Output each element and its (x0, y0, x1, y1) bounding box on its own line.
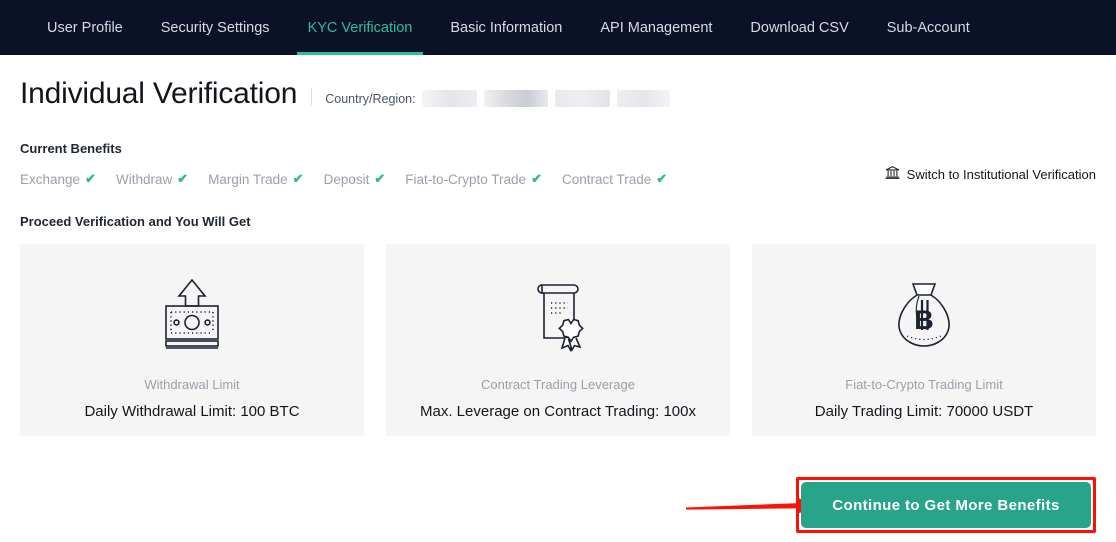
nav-item-api-management[interactable]: API Management (581, 0, 731, 55)
title-row: Individual Verification Country/Region: (20, 55, 1096, 111)
country-region-value-redacted (421, 90, 670, 107)
benefit-tag-contract-trade: Contract Trade ✔ (562, 171, 667, 187)
money-bag-bitcoin-icon: B (884, 272, 964, 356)
nav-item-download-csv[interactable]: Download CSV (731, 0, 867, 55)
nav-item-label: KYC Verification (307, 19, 413, 36)
continue-to-get-more-benefits-button[interactable]: Continue to Get More Benefits (801, 482, 1091, 528)
page-content: Individual Verification Country/Region: … (0, 55, 1116, 542)
nav-item-label: User Profile (47, 19, 123, 36)
redacted-block (616, 90, 670, 107)
certificate-seal-icon (518, 272, 598, 356)
benefit-tag-withdraw: Withdraw ✔ (116, 171, 188, 187)
nav-item-kyc-verification[interactable]: KYC Verification (289, 0, 432, 55)
benefit-label: Deposit (323, 171, 370, 187)
check-icon: ✔ (292, 171, 304, 186)
redacted-block (483, 90, 548, 107)
banknote-upload-icon (152, 272, 232, 356)
benefit-card-withdrawal-limit: Withdrawal Limit Daily Withdrawal Limit:… (20, 244, 364, 436)
benefit-tag-exchange: Exchange ✔ (20, 171, 96, 187)
benefit-label: Fiat-to-Crypto Trade (405, 171, 527, 187)
redacted-block (554, 90, 610, 107)
title-divider (311, 88, 313, 105)
nav-item-label: Basic Information (450, 19, 563, 36)
switch-link-label: Switch to Institutional Verification (906, 166, 1096, 182)
svg-text:B: B (914, 305, 934, 335)
nav-item-basic-information[interactable]: Basic Information (431, 0, 581, 55)
card-value: Max. Leverage on Contract Trading: 100x (420, 403, 696, 420)
benefit-label: Exchange (20, 171, 81, 187)
benefit-tag-deposit: Deposit ✔ (324, 171, 386, 187)
switch-to-institutional-verification-link[interactable]: Switch to Institutional Verification (885, 165, 1096, 183)
card-value: Daily Trading Limit: 70000 USDT (814, 403, 1034, 420)
bank-icon (885, 165, 900, 183)
benefit-label: Withdraw (115, 171, 173, 187)
check-icon: ✔ (177, 171, 189, 186)
nav-item-label: Sub-Account (886, 19, 970, 36)
check-icon: ✔ (85, 171, 96, 186)
check-icon: ✔ (656, 171, 668, 186)
nav-item-label: Download CSV (750, 19, 849, 36)
card-subtitle: Withdrawal Limit (144, 377, 240, 392)
card-subtitle: Fiat-to-Crypto Trading Limit (845, 377, 1003, 392)
nav-item-label: API Management (600, 19, 713, 36)
page-title: Individual Verification (20, 77, 298, 110)
benefit-label: Margin Trade (208, 171, 288, 187)
benefit-card-fiat-to-crypto-trading-limit: B Fiat-to-Crypto Trading Limit Daily Tra… (752, 244, 1096, 436)
benefit-cards: Withdrawal Limit Daily Withdrawal Limit:… (20, 244, 1096, 436)
current-benefits-heading: Current Benefits (20, 141, 122, 156)
benefit-tag-fiat-to-crypto-trade: Fiat-to-Crypto Trade ✔ (405, 171, 542, 187)
proceed-verification-heading: Proceed Verification and You Will Get (20, 214, 251, 229)
redacted-block (421, 90, 477, 107)
check-icon: ✔ (374, 171, 386, 186)
cta-action-area: Continue to Get More Benefits (796, 477, 1096, 533)
nav-item-security-settings[interactable]: Security Settings (142, 0, 289, 55)
top-navigation-bar: User Profile Security Settings KYC Verif… (0, 0, 1116, 55)
nav-item-sub-account[interactable]: Sub-Account (868, 0, 989, 55)
card-subtitle: Contract Trading Leverage (481, 377, 635, 392)
card-value: Daily Withdrawal Limit: 100 BTC (84, 403, 300, 420)
nav-item-user-profile[interactable]: User Profile (28, 0, 142, 55)
check-icon: ✔ (531, 171, 542, 186)
country-region-label: Country/Region: (325, 92, 416, 106)
benefit-tag-margin-trade: Margin Trade ✔ (208, 171, 303, 187)
nav-item-label: Security Settings (160, 19, 270, 36)
benefit-label: Contract Trade (561, 171, 652, 187)
benefit-card-contract-trading-leverage: Contract Trading Leverage Max. Leverage … (386, 244, 730, 436)
